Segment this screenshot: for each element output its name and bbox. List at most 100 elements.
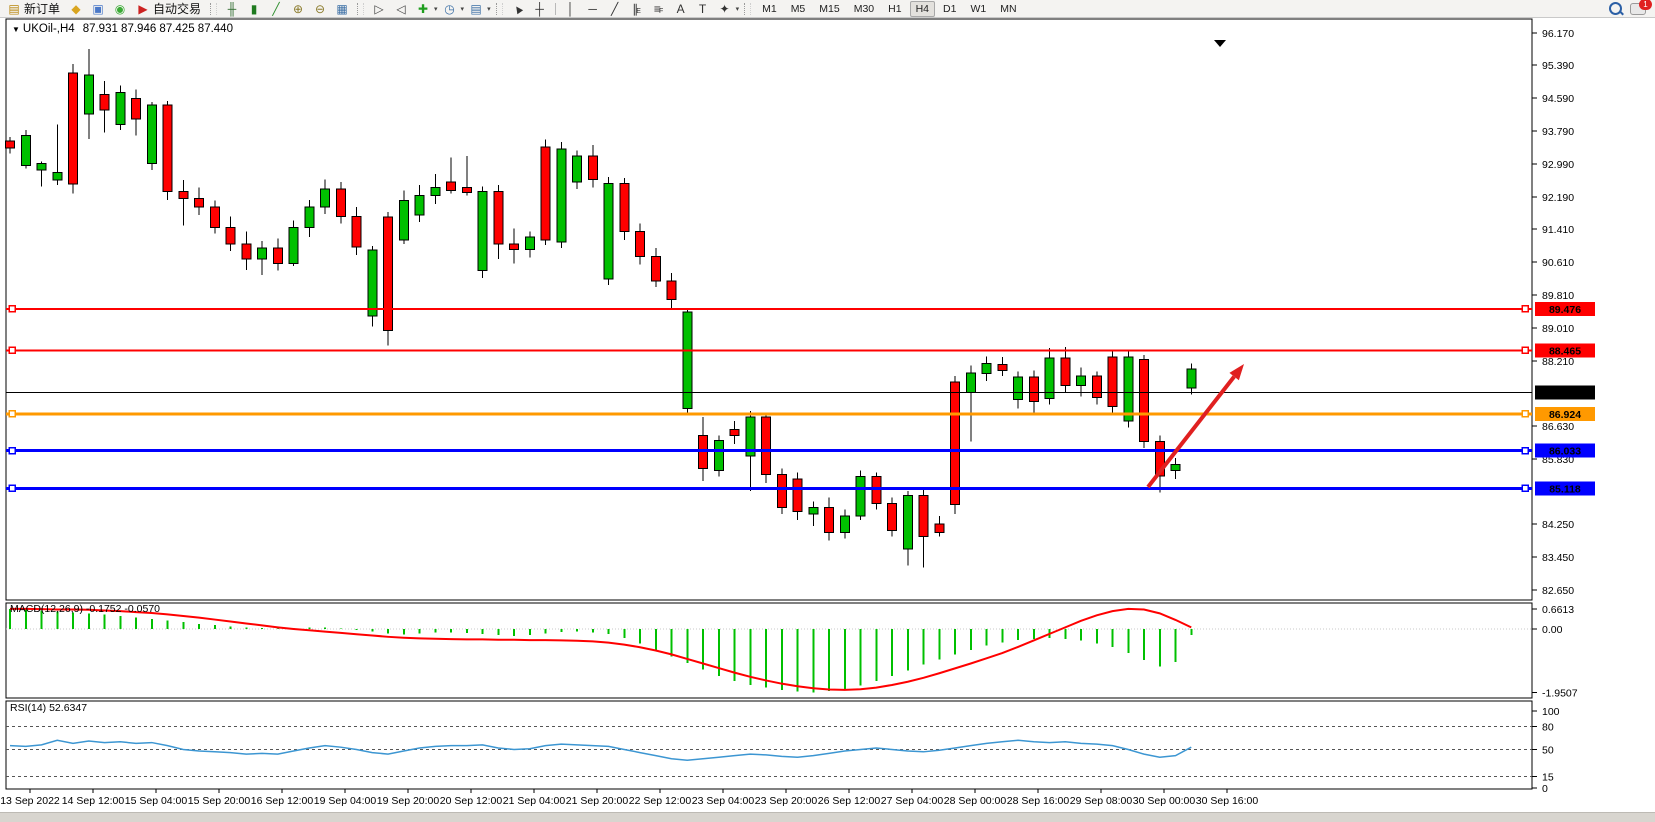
trend-line-icon[interactable]: ╱	[605, 1, 625, 17]
svg-text:15: 15	[1542, 771, 1554, 783]
macd-indicator-label: MACD(12,26,9) -0.1752 -0.0570	[10, 603, 160, 615]
arrows-icon-dropdown[interactable]: ▾	[736, 5, 740, 13]
main-toolbar: ▤新订单◆▣◉▶自动交易╫▮╱⊕⊖▦▷◁✚▾◷▾▤▾▲┼│─╱∥E≡FAT✦▾M…	[0, 0, 1655, 18]
new-chart-icon[interactable]: ✚	[413, 1, 433, 17]
zoom-in-icon[interactable]: ⊕	[288, 1, 308, 17]
chart-window: 96.17095.39094.59093.79092.99092.19091.4…	[0, 18, 1655, 812]
crosshair-icon[interactable]: ┼	[530, 1, 550, 17]
svg-text:87.440: 87.440	[1549, 388, 1581, 400]
svg-text:93.790: 93.790	[1542, 126, 1574, 138]
svg-text:22 Sep 12:00: 22 Sep 12:00	[629, 795, 692, 807]
chart-ohlc-values: 87.931 87.946 87.425 87.440	[83, 23, 233, 35]
toolbar-grip	[357, 3, 364, 15]
price-chart-svg[interactable]: 96.17095.39094.59093.79092.99092.19091.4…	[0, 18, 1655, 812]
publish-icon[interactable]: ◆	[66, 1, 86, 17]
toolbar-right-group: 1	[1609, 2, 1652, 15]
svg-text:82.650: 82.650	[1542, 585, 1574, 597]
svg-text:88.465: 88.465	[1549, 345, 1581, 357]
timeframe-button-m5[interactable]: M5	[785, 1, 812, 17]
svg-text:13 Sep 2022: 13 Sep 2022	[0, 795, 60, 807]
price-axis[interactable]: 96.17095.39094.59093.79092.99092.19091.4…	[1532, 28, 1595, 597]
new-order-button[interactable]: ▤新订单	[3, 0, 64, 17]
svg-text:23 Sep 04:00: 23 Sep 04:00	[692, 795, 755, 807]
text-label-icon[interactable]: T	[693, 1, 713, 17]
chart-dropdown-icon[interactable]: ▼	[12, 25, 20, 34]
bar-chart-icon[interactable]: ╫	[222, 1, 242, 17]
vertical-line-icon[interactable]: │	[561, 1, 581, 17]
svg-text:89.810: 89.810	[1542, 290, 1574, 302]
cursor-icon[interactable]: ▲	[508, 1, 528, 17]
svg-text:88.210: 88.210	[1542, 356, 1574, 368]
chart-template-icon[interactable]: ▤	[466, 1, 486, 17]
new-chart-icon-dropdown[interactable]: ▾	[434, 5, 438, 13]
rsi-indicator-label: RSI(14) 52.6347	[10, 702, 87, 714]
toolbar-separator	[555, 3, 556, 15]
svg-text:84.250: 84.250	[1542, 519, 1574, 531]
toolbar-grip	[496, 3, 503, 15]
svg-text:30 Sep 16:00: 30 Sep 16:00	[1196, 795, 1259, 807]
notification-badge: 1	[1639, 0, 1652, 10]
profile-charts-icon[interactable]: ▷	[369, 1, 389, 17]
svg-text:30 Sep 00:00: 30 Sep 00:00	[1133, 795, 1196, 807]
timeframe-button-d1[interactable]: D1	[937, 1, 962, 17]
time-axis[interactable]: 13 Sep 202214 Sep 12:0015 Sep 04:0015 Se…	[0, 789, 1258, 807]
search-icon[interactable]	[1609, 2, 1622, 15]
auto-trading-icon: ▶	[136, 1, 150, 17]
svg-text:90.610: 90.610	[1542, 257, 1574, 269]
timeframe-button-w1[interactable]: W1	[964, 1, 992, 17]
zoom-out-icon[interactable]: ⊖	[310, 1, 330, 17]
timeframe-button-mn[interactable]: MN	[994, 1, 1022, 17]
svg-text:20 Sep 12:00: 20 Sep 12:00	[440, 795, 503, 807]
svg-text:91.410: 91.410	[1542, 224, 1574, 236]
auto-trading-button-label: 自动交易	[153, 0, 201, 17]
timeframe-button-m1[interactable]: M1	[756, 1, 783, 17]
toolbar-grip	[744, 3, 751, 15]
svg-text:28 Sep 16:00: 28 Sep 16:00	[1007, 795, 1070, 807]
period-clock-icon-dropdown[interactable]: ▾	[461, 5, 465, 13]
text-icon[interactable]: A	[671, 1, 691, 17]
svg-text:21 Sep 20:00: 21 Sep 20:00	[566, 795, 629, 807]
svg-text:50: 50	[1542, 745, 1554, 757]
charts-community-icon[interactable]: ▣	[88, 1, 108, 17]
svg-text:92.990: 92.990	[1542, 159, 1574, 171]
period-clock-icon[interactable]: ◷	[440, 1, 460, 17]
signals-icon[interactable]: ◉	[110, 1, 130, 17]
svg-text:19 Sep 04:00: 19 Sep 04:00	[314, 795, 377, 807]
auto-trading-button[interactable]: ▶自动交易	[132, 0, 205, 17]
equidistant-channel-icon[interactable]: ∥E	[627, 1, 647, 17]
fibonacci-icon[interactable]: ≡F	[649, 1, 669, 17]
chart-title: ▼UKOil-,H4 87.931 87.946 87.425 87.440	[12, 23, 233, 35]
timeframe-button-m15[interactable]: M15	[813, 1, 845, 17]
horizontal-line-icon[interactable]: ─	[583, 1, 603, 17]
svg-text:0.00: 0.00	[1542, 624, 1563, 636]
arrows-icon[interactable]: ✦	[715, 1, 735, 17]
svg-text:86.033: 86.033	[1549, 446, 1581, 458]
chart-symbol-label: UKOil-,H4	[23, 23, 75, 35]
toolbar-grip	[210, 3, 217, 15]
svg-text:15 Sep 20:00: 15 Sep 20:00	[188, 795, 251, 807]
svg-text:89.476: 89.476	[1549, 304, 1581, 316]
svg-text:94.590: 94.590	[1542, 93, 1574, 105]
new-order-button-label: 新订单	[24, 0, 60, 17]
tile-windows-icon[interactable]: ▦	[332, 1, 352, 17]
candlestick-chart-icon[interactable]: ▮	[244, 1, 264, 17]
svg-text:80: 80	[1542, 721, 1554, 733]
svg-text:96.170: 96.170	[1542, 28, 1574, 40]
svg-text:19 Sep 20:00: 19 Sep 20:00	[377, 795, 440, 807]
svg-text:27 Sep 04:00: 27 Sep 04:00	[881, 795, 944, 807]
timeframe-button-m30[interactable]: M30	[848, 1, 880, 17]
chart-template-icon-dropdown[interactable]: ▾	[487, 5, 491, 13]
notifications-icon[interactable]: 1	[1630, 3, 1646, 15]
svg-text:15 Sep 04:00: 15 Sep 04:00	[125, 795, 188, 807]
profile-charts-stop-icon[interactable]: ◁	[391, 1, 411, 17]
timeframe-button-h4[interactable]: H4	[910, 1, 935, 17]
svg-text:21 Sep 04:00: 21 Sep 04:00	[503, 795, 566, 807]
line-chart-icon[interactable]: ╱	[266, 1, 286, 17]
new-order-icon: ▤	[7, 1, 21, 17]
svg-text:100: 100	[1542, 706, 1560, 718]
svg-text:0: 0	[1542, 783, 1548, 795]
svg-text:89.010: 89.010	[1542, 323, 1574, 335]
svg-text:26 Sep 12:00: 26 Sep 12:00	[818, 795, 881, 807]
svg-text:14 Sep 12:00: 14 Sep 12:00	[62, 795, 125, 807]
timeframe-button-h1[interactable]: H1	[882, 1, 907, 17]
